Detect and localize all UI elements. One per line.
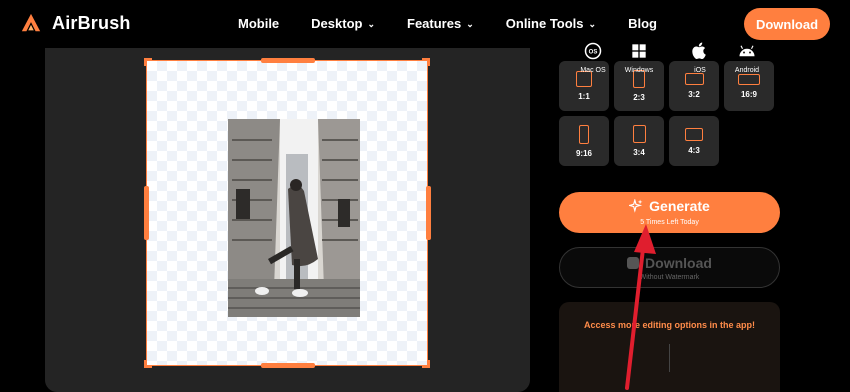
airbrush-logo-icon	[21, 13, 41, 32]
nav-link-label: Online Tools	[505, 16, 584, 31]
ratio-label: 2:3	[633, 93, 645, 102]
ratio-option-9-16[interactable]: 9:16	[559, 116, 609, 166]
chevron-down-icon: ⌄	[466, 19, 474, 29]
nav-link-label: Mobile	[238, 16, 280, 31]
nav-link-label: Desktop	[311, 16, 363, 31]
generate-label: Generate	[649, 198, 710, 214]
nav-link-label: Features	[407, 16, 462, 31]
ratio-label: 3:2	[688, 90, 700, 99]
ratio-option-3-4[interactable]: 3:4	[614, 116, 664, 166]
download-without-watermark-button[interactable]: Download Without Watermark	[559, 247, 780, 288]
platform-label: Android	[734, 67, 760, 74]
top-nav: AirBrush Mobile Desktop ⌄ Features ⌄ Onlin…	[0, 0, 850, 48]
ratio-label: 3:4	[633, 148, 645, 157]
nav-link-mobile[interactable]: Mobile	[238, 16, 279, 31]
android-icon	[738, 42, 756, 60]
apple-icon	[691, 42, 709, 60]
macos-icon: OS	[584, 42, 602, 60]
platform-macos[interactable]: OS Mac OS	[573, 42, 613, 74]
download-button[interactable]: Download	[744, 8, 830, 40]
platform-label: Mac OS	[580, 67, 606, 74]
nav-links: Mobile Desktop ⌄ Features ⌄ Online Tools ⌄ …	[238, 16, 689, 31]
platform-android[interactable]: Android	[727, 42, 767, 74]
logo[interactable]: AirBrush	[20, 12, 131, 34]
generate-remaining-text: 5 Times Left Today	[640, 219, 699, 226]
nav-link-features[interactable]: Features ⌄	[407, 16, 474, 31]
generate-button[interactable]: Generate 5 Times Left Today	[559, 192, 780, 233]
page: AirBrush Mobile Desktop ⌄ Features ⌄ Onlin…	[0, 0, 850, 392]
ratio-wide-icon	[738, 73, 760, 85]
chevron-down-icon: ⌄	[367, 19, 376, 29]
ratio-label: 1:1	[578, 92, 590, 101]
generate-label-row: Generate	[559, 198, 780, 214]
ratio-tall-icon	[579, 124, 589, 144]
platform-ios[interactable]: iOS	[680, 42, 720, 74]
sparkle-icon	[629, 199, 643, 213]
platform-label: Windows	[624, 67, 654, 74]
crop-corner-top-left[interactable]	[144, 58, 152, 66]
crop-corner-top-right[interactable]	[422, 58, 430, 66]
download-label-row: Download	[560, 255, 779, 271]
nav-link-label: Blog	[628, 16, 657, 31]
svg-text:OS: OS	[589, 50, 598, 56]
crop-corner-bottom-left[interactable]	[144, 360, 152, 368]
nav-link-desktop[interactable]: Desktop ⌄	[311, 16, 375, 31]
chevron-down-icon: ⌄	[588, 19, 597, 29]
windows-icon	[630, 42, 648, 60]
ratio-landscape-icon	[684, 73, 704, 85]
ratio-label: 9:16	[575, 148, 592, 158]
nav-link-blog[interactable]: Blog	[628, 16, 657, 31]
uploaded-photo	[228, 119, 360, 317]
platform-label: iOS	[694, 67, 706, 74]
platform-windows[interactable]: Windows	[619, 42, 659, 74]
ratio-option-4-3[interactable]: 4:3	[669, 116, 719, 166]
brand-name: AirBrush	[52, 12, 131, 33]
nav-link-online-tools[interactable]: Online Tools ⌄	[506, 16, 596, 31]
crop-handle-left[interactable]	[144, 186, 149, 240]
download-label: Download	[645, 255, 712, 271]
ratio-landscape-icon	[685, 127, 703, 141]
crop-corner-bottom-right[interactable]	[422, 360, 430, 368]
ratio-label: 16:9	[740, 89, 757, 99]
crop-handle-bottom[interactable]	[261, 363, 315, 368]
app-promo-title: Access more editing options in the app!	[583, 320, 756, 330]
crop-handle-right[interactable]	[426, 186, 431, 240]
ratio-portrait-icon	[632, 125, 646, 143]
ratio-label: 4:3	[688, 145, 700, 155]
download-sub-text: Without Watermark	[639, 274, 700, 281]
crop-handle-top[interactable]	[261, 58, 315, 63]
download-icon	[627, 257, 640, 269]
platform-divider	[669, 344, 670, 372]
